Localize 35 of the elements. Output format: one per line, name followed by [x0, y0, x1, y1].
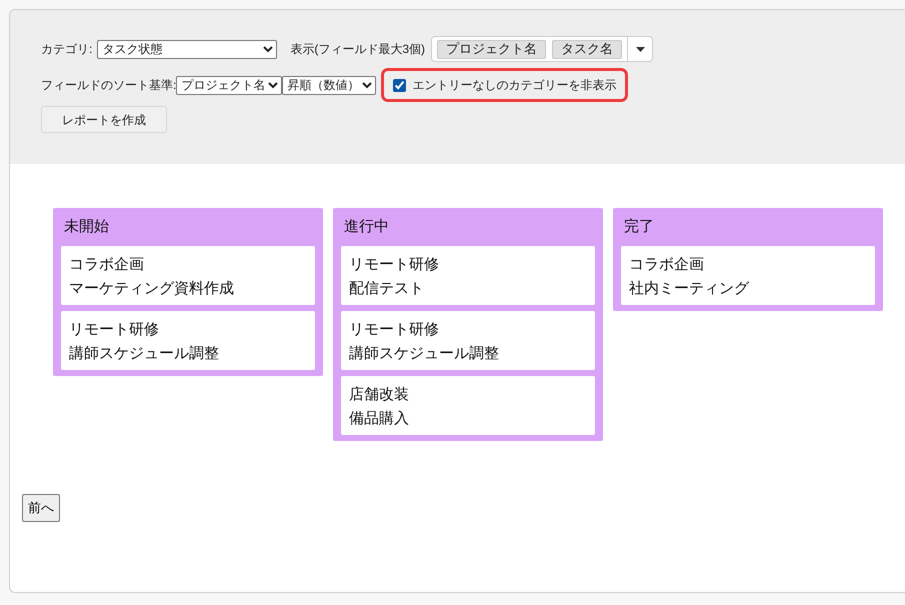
task-card[interactable]: リモート研修 講師スケジュール調整 — [61, 311, 315, 370]
category-select[interactable]: タスク状態 — [97, 40, 278, 58]
task-card[interactable]: コラボ企画 マーケティング資料作成 — [61, 246, 315, 305]
task-card[interactable]: リモート研修 講師スケジュール調整 — [341, 311, 595, 370]
card-text: 配信テスト — [349, 279, 425, 299]
card-text: 講師スケジュール調整 — [69, 344, 220, 364]
sort-label: フィールドのソート基準: — [41, 77, 176, 94]
create-report-button[interactable]: レポートを作成 — [41, 106, 167, 133]
card-text: 店舗改装 — [349, 385, 410, 405]
column-title: 未開始 — [63, 216, 110, 237]
sort-field-select[interactable]: プロジェクト名 — [176, 76, 282, 94]
display-field-picker[interactable]: プロジェクト名 タスク名 — [431, 36, 654, 62]
card-text: リモート研修 — [349, 320, 440, 340]
field-chip[interactable]: プロジェクト名 — [437, 40, 546, 58]
task-card[interactable]: リモート研修 配信テスト — [341, 246, 595, 305]
card-text: リモート研修 — [349, 255, 440, 275]
checkbox-label: エントリーなしのカテゴリーを非表示 — [412, 77, 616, 94]
card-text: 講師スケジュール調整 — [349, 344, 500, 364]
card-text: 備品購入 — [349, 409, 410, 429]
card-text: コラボ企画 — [629, 255, 705, 275]
checkbox[interactable] — [393, 78, 406, 92]
sort-order-select[interactable]: 昇順（数値） — [282, 76, 376, 94]
previous-button[interactable]: 前へ — [22, 494, 60, 522]
task-card[interactable]: 店舗改装 備品購入 — [341, 376, 595, 435]
caret-icon — [636, 46, 645, 52]
column-title: 進行中 — [343, 216, 390, 237]
column-title: 完了 — [623, 216, 655, 237]
card-text: 社内ミーティング — [629, 279, 750, 299]
card-text: リモート研修 — [69, 320, 160, 340]
category-label: カテゴリ: — [41, 41, 92, 58]
card-text: マーケティング資料作成 — [69, 279, 235, 299]
task-card[interactable]: コラボ企画 社内ミーティング — [621, 246, 875, 305]
card-text: コラボ企画 — [69, 255, 145, 275]
field-chip[interactable]: タスク名 — [552, 40, 622, 58]
display-label: 表示(フィールド最大3個) — [290, 41, 426, 58]
